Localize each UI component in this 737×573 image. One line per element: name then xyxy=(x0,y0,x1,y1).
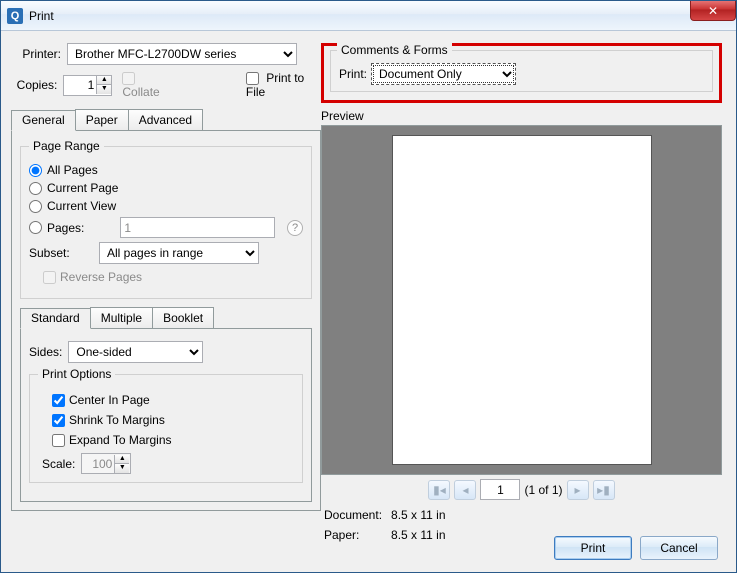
dialog-buttons: Print Cancel xyxy=(554,536,718,560)
collate-input xyxy=(122,72,135,85)
all-pages-label: All Pages xyxy=(47,163,98,177)
subset-select[interactable]: All pages in range xyxy=(99,242,259,264)
layout-tabstrip: Standard Multiple Booklet xyxy=(20,307,312,328)
print-to-file-checkbox[interactable]: Print to File xyxy=(246,71,321,99)
tab-standard-body: Sides: One-sided Print Options Center In… xyxy=(20,328,312,502)
pages-label: Pages: xyxy=(47,221,84,235)
comments-forms-highlight: Comments & Forms Print: Document Only xyxy=(321,43,722,103)
print-options-legend: Print Options xyxy=(38,367,115,381)
center-in-page-checkbox[interactable]: Center In Page xyxy=(52,393,294,407)
radio-all-pages[interactable] xyxy=(29,164,42,177)
next-page-button[interactable]: ▸ xyxy=(567,480,589,500)
page-number-input[interactable] xyxy=(480,479,520,500)
radio-current-view[interactable] xyxy=(29,200,42,213)
tab-general-body: Page Range All Pages Current Page Curren… xyxy=(11,130,321,511)
close-button[interactable]: ✕ xyxy=(690,1,736,21)
current-page-label: Current Page xyxy=(47,181,118,195)
sides-label: Sides: xyxy=(29,345,62,359)
document-size-label: Document: xyxy=(323,506,388,524)
copies-input[interactable] xyxy=(64,77,96,94)
copies-down-icon[interactable]: ▼ xyxy=(97,85,111,94)
shrink-to-margins-checkbox[interactable]: Shrink To Margins xyxy=(52,413,294,427)
last-page-icon: ▸▮ xyxy=(597,483,610,497)
document-size-value: 8.5 x 11 in xyxy=(390,506,446,524)
page-range-legend: Page Range xyxy=(29,139,104,153)
print-mode-label: Print: xyxy=(339,67,367,81)
sides-select[interactable]: One-sided xyxy=(68,341,203,363)
copies-spinner[interactable]: ▲ ▼ xyxy=(63,75,112,96)
app-icon: Q xyxy=(7,8,23,24)
print-button[interactable]: Print xyxy=(554,536,632,560)
prev-page-button[interactable]: ◂ xyxy=(454,480,476,500)
reverse-pages-checkbox: Reverse Pages xyxy=(43,270,303,284)
first-page-icon: ▮◂ xyxy=(433,483,446,497)
current-view-label: Current View xyxy=(47,199,116,213)
print-mode-select[interactable]: Document Only xyxy=(371,63,516,85)
tab-paper[interactable]: Paper xyxy=(75,109,129,130)
page-of-label: (1 of 1) xyxy=(524,483,562,497)
copies-label: Copies: xyxy=(11,78,57,92)
expand-to-margins-checkbox[interactable]: Expand To Margins xyxy=(52,433,294,447)
comments-forms-group: Comments & Forms Print: Document Only xyxy=(330,50,713,92)
title-bar: Q Print ✕ xyxy=(1,1,736,31)
radio-pages[interactable] xyxy=(29,221,42,234)
preview-group: Preview ▮◂ ◂ (1 of 1) ▸ ▸▮ Document: 8.5… xyxy=(321,109,722,546)
prev-page-icon: ◂ xyxy=(462,483,468,497)
preview-area xyxy=(321,125,722,475)
expand-to-margins-input[interactable] xyxy=(52,434,65,447)
scale-label: Scale: xyxy=(42,457,75,471)
help-icon[interactable]: ? xyxy=(287,220,303,236)
close-icon: ✕ xyxy=(708,4,718,18)
tab-advanced[interactable]: Advanced xyxy=(128,109,203,130)
print-to-file-input[interactable] xyxy=(246,72,259,85)
document-info: Document: 8.5 x 11 in Paper: 8.5 x 11 in xyxy=(321,504,449,546)
scale-input xyxy=(82,455,114,472)
collate-checkbox: Collate xyxy=(122,71,176,99)
subset-label: Subset: xyxy=(29,246,99,260)
paper-size-value: 8.5 x 11 in xyxy=(390,526,446,544)
tab-general[interactable]: General xyxy=(11,110,76,131)
printer-select[interactable]: Brother MFC-L2700DW series xyxy=(67,43,297,65)
printer-label: Printer: xyxy=(11,47,61,61)
next-page-icon: ▸ xyxy=(574,483,580,497)
scale-down-icon: ▼ xyxy=(115,464,129,473)
first-page-button[interactable]: ▮◂ xyxy=(428,480,450,500)
pages-input xyxy=(120,217,275,238)
page-range-group: Page Range All Pages Current Page Curren… xyxy=(20,139,312,299)
preview-legend: Preview xyxy=(321,109,722,123)
scale-spinner: ▲ ▼ xyxy=(81,453,131,474)
paper-size-label: Paper: xyxy=(323,526,388,544)
window-title: Print xyxy=(29,9,54,23)
main-tabstrip: General Paper Advanced xyxy=(11,109,321,130)
tab-multiple[interactable]: Multiple xyxy=(90,307,153,328)
center-in-page-input[interactable] xyxy=(52,394,65,407)
comments-forms-legend: Comments & Forms xyxy=(337,43,452,57)
preview-pager: ▮◂ ◂ (1 of 1) ▸ ▸▮ xyxy=(321,479,722,500)
scale-up-icon: ▲ xyxy=(115,455,129,464)
preview-page xyxy=(392,135,652,465)
cancel-button[interactable]: Cancel xyxy=(640,536,718,560)
tab-standard[interactable]: Standard xyxy=(20,308,91,329)
tab-booklet[interactable]: Booklet xyxy=(152,307,214,328)
radio-current-page[interactable] xyxy=(29,182,42,195)
shrink-to-margins-input[interactable] xyxy=(52,414,65,427)
print-options-group: Print Options Center In Page Shrink To M… xyxy=(29,367,303,483)
reverse-pages-input xyxy=(43,271,56,284)
last-page-button[interactable]: ▸▮ xyxy=(593,480,615,500)
copies-up-icon[interactable]: ▲ xyxy=(97,76,111,85)
